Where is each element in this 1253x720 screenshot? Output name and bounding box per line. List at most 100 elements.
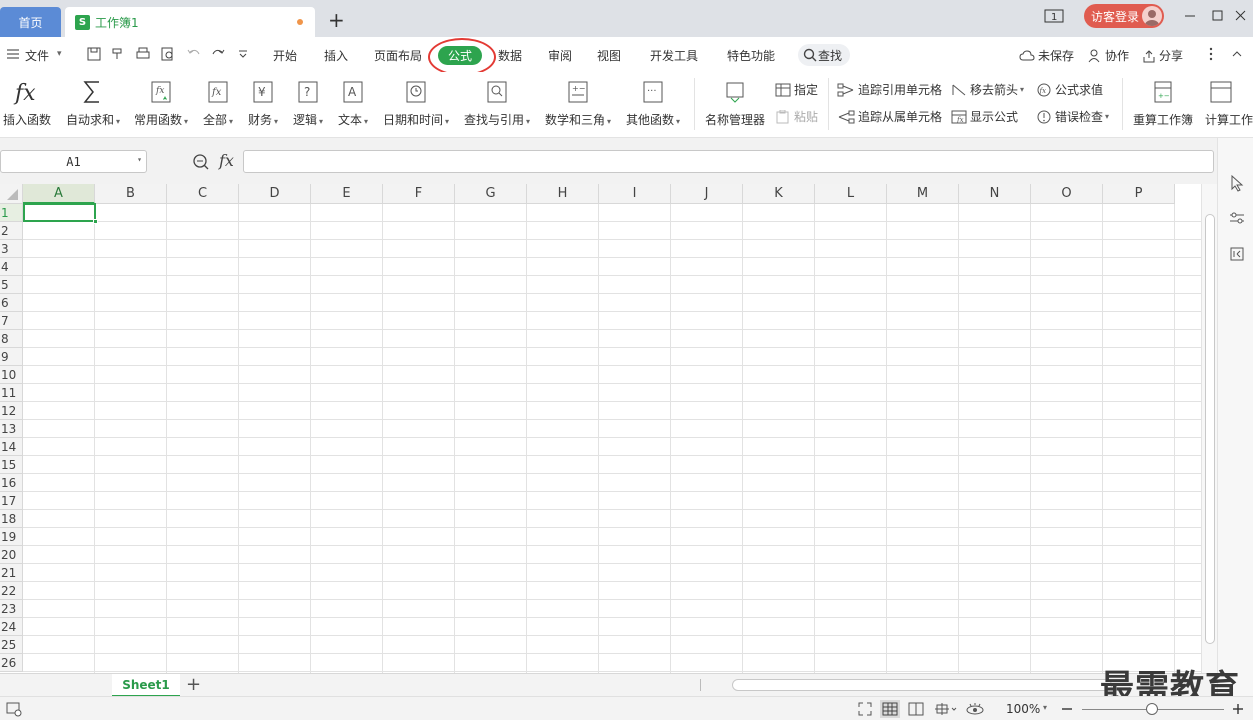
row-header-8[interactable]: 8 [0, 330, 23, 348]
row-header-21[interactable]: 21 [0, 564, 23, 582]
column-header-d[interactable]: D [239, 184, 311, 204]
row-header-4[interactable]: 4 [0, 258, 23, 276]
row-header-12[interactable]: 12 [0, 402, 23, 420]
insert-function-button[interactable]: fx 插入函数 [3, 78, 51, 128]
trace-precedents-button[interactable]: 追踪引用单元格 [837, 81, 942, 98]
column-header-j[interactable]: J [671, 184, 743, 204]
column-header-n[interactable]: N [959, 184, 1031, 204]
column-header-k[interactable]: K [743, 184, 815, 204]
column-header-b[interactable]: B [95, 184, 167, 204]
autosum-button[interactable]: 自动求和 [66, 78, 120, 128]
settings-sliders-icon[interactable] [1229, 210, 1245, 226]
zoom-formula-icon[interactable] [192, 153, 210, 171]
menu-review[interactable]: 审阅 [548, 47, 572, 64]
column-header-o[interactable]: O [1031, 184, 1103, 204]
logical-functions-button[interactable]: ? 逻辑 [293, 78, 323, 128]
more-options-icon[interactable] [1206, 47, 1216, 61]
undo-icon[interactable] [186, 46, 202, 62]
collaborate-button[interactable]: 协作 [1088, 47, 1129, 64]
sort-icon[interactable] [1229, 246, 1245, 262]
assign-name-button[interactable]: 指定 [775, 81, 818, 98]
row-header-22[interactable]: 22 [0, 582, 23, 600]
save-icon[interactable] [86, 46, 102, 62]
column-header-f[interactable]: F [383, 184, 455, 204]
math-functions-button[interactable]: +− 数学和三角 [545, 78, 611, 128]
column-header-c[interactable]: C [167, 184, 239, 204]
row-header-15[interactable]: 15 [0, 456, 23, 474]
close-icon[interactable] [1234, 8, 1248, 22]
row-header-3[interactable]: 3 [0, 240, 23, 258]
lookup-functions-button[interactable]: 查找与引用 [464, 78, 530, 128]
menu-developer[interactable]: 开发工具 [650, 47, 698, 64]
select-pointer-icon[interactable] [1229, 174, 1245, 192]
row-header-14[interactable]: 14 [0, 438, 23, 456]
column-header-h[interactable]: H [527, 184, 599, 204]
row-header-25[interactable]: 25 [0, 636, 23, 654]
name-box[interactable]: A1 ▾ [0, 150, 147, 173]
collapse-ribbon-icon[interactable] [1230, 47, 1244, 61]
all-functions-button[interactable]: fx 全部 [203, 78, 233, 128]
row-header-1[interactable]: 1 [0, 204, 23, 222]
page-number-icon[interactable]: 1 [1044, 8, 1066, 24]
zoom-out-icon[interactable] [1060, 701, 1074, 717]
row-header-19[interactable]: 19 [0, 528, 23, 546]
tab-workbook[interactable]: S 工作簿1 [65, 7, 315, 37]
zoom-level[interactable]: 100% [1006, 702, 1040, 716]
column-header-m[interactable]: M [887, 184, 959, 204]
vertical-scrollbar[interactable] [1201, 184, 1217, 673]
menu-special-features[interactable]: 特色功能 [727, 47, 775, 64]
redo-icon[interactable] [210, 46, 226, 62]
hamburger-icon[interactable] [6, 47, 20, 61]
paste-name-button[interactable]: 粘贴 [775, 108, 818, 125]
search-button[interactable]: 查找 [798, 44, 850, 66]
common-functions-button[interactable]: fx 常用函数 [134, 78, 188, 128]
text-functions-button[interactable]: A 文本 [338, 78, 368, 128]
datetime-functions-button[interactable]: 日期和时间 [383, 78, 449, 128]
chevron-down-icon[interactable]: ▾ [1043, 703, 1047, 712]
row-header-16[interactable]: 16 [0, 474, 23, 492]
maximize-icon[interactable] [1211, 8, 1225, 22]
column-header-l[interactable]: L [815, 184, 887, 204]
normal-view-icon[interactable] [880, 700, 900, 718]
cell-area[interactable] [23, 204, 1201, 673]
name-manager-button[interactable]: 名称管理器 [705, 78, 765, 128]
format-painter-icon[interactable] [110, 46, 126, 62]
column-header-a[interactable]: A [23, 184, 95, 204]
row-header-7[interactable]: 7 [0, 312, 23, 330]
trace-dependents-button[interactable]: 追踪从属单元格 [837, 108, 942, 125]
minimize-icon[interactable] [1183, 8, 1197, 22]
row-header-2[interactable]: 2 [0, 222, 23, 240]
fullscreen-icon[interactable] [857, 701, 873, 717]
recalculate-workbook-button[interactable]: +− 重算工作簿 [1133, 78, 1193, 128]
chevron-down-icon[interactable]: ▾ [137, 155, 142, 164]
menu-data[interactable]: 数据 [498, 47, 522, 64]
calculation-options-button[interactable]: 计算工作 [1205, 78, 1253, 128]
vertical-scroll-thumb[interactable] [1205, 214, 1215, 644]
zoom-slider-knob[interactable] [1146, 703, 1158, 715]
menu-view[interactable]: 视图 [597, 47, 621, 64]
row-header-23[interactable]: 23 [0, 600, 23, 618]
menu-home[interactable]: 开始 [273, 47, 297, 64]
column-header-g[interactable]: G [455, 184, 527, 204]
formula-input[interactable] [243, 150, 1214, 173]
selected-cell[interactable] [23, 203, 96, 222]
error-checking-button[interactable]: 错误检查 [1036, 108, 1109, 125]
financial-functions-button[interactable]: ¥ 财务 [248, 78, 278, 128]
row-header-10[interactable]: 10 [0, 366, 23, 384]
row-header-20[interactable]: 20 [0, 546, 23, 564]
spreadsheet-grid[interactable]: ABCDEFGHIJKLMNOP 1 2 3 4 5 6 7 8 9 10 11 12 13 14 15 16… [0, 184, 1201, 673]
menu-page-layout[interactable]: 页面布局 [374, 47, 422, 64]
row-header-13[interactable]: 13 [0, 420, 23, 438]
row-header-26[interactable]: 26 [0, 654, 23, 672]
chevron-down-icon[interactable]: ▾ [57, 49, 62, 59]
column-header-e[interactable]: E [311, 184, 383, 204]
menu-file[interactable]: 文件 [25, 47, 49, 64]
remove-arrows-button[interactable]: 移去箭头 [951, 81, 1024, 98]
guest-login-button[interactable]: 访客登录 [1084, 4, 1164, 28]
column-header-p[interactable]: P [1103, 184, 1175, 204]
show-formulas-button[interactable]: fx 显示公式 [951, 108, 1018, 125]
print-icon[interactable] [135, 46, 151, 62]
other-functions-button[interactable]: ··· 其他函数 [626, 78, 680, 128]
unsaved-cloud-button[interactable]: 未保存 [1019, 47, 1074, 64]
fill-handle[interactable] [93, 219, 98, 224]
